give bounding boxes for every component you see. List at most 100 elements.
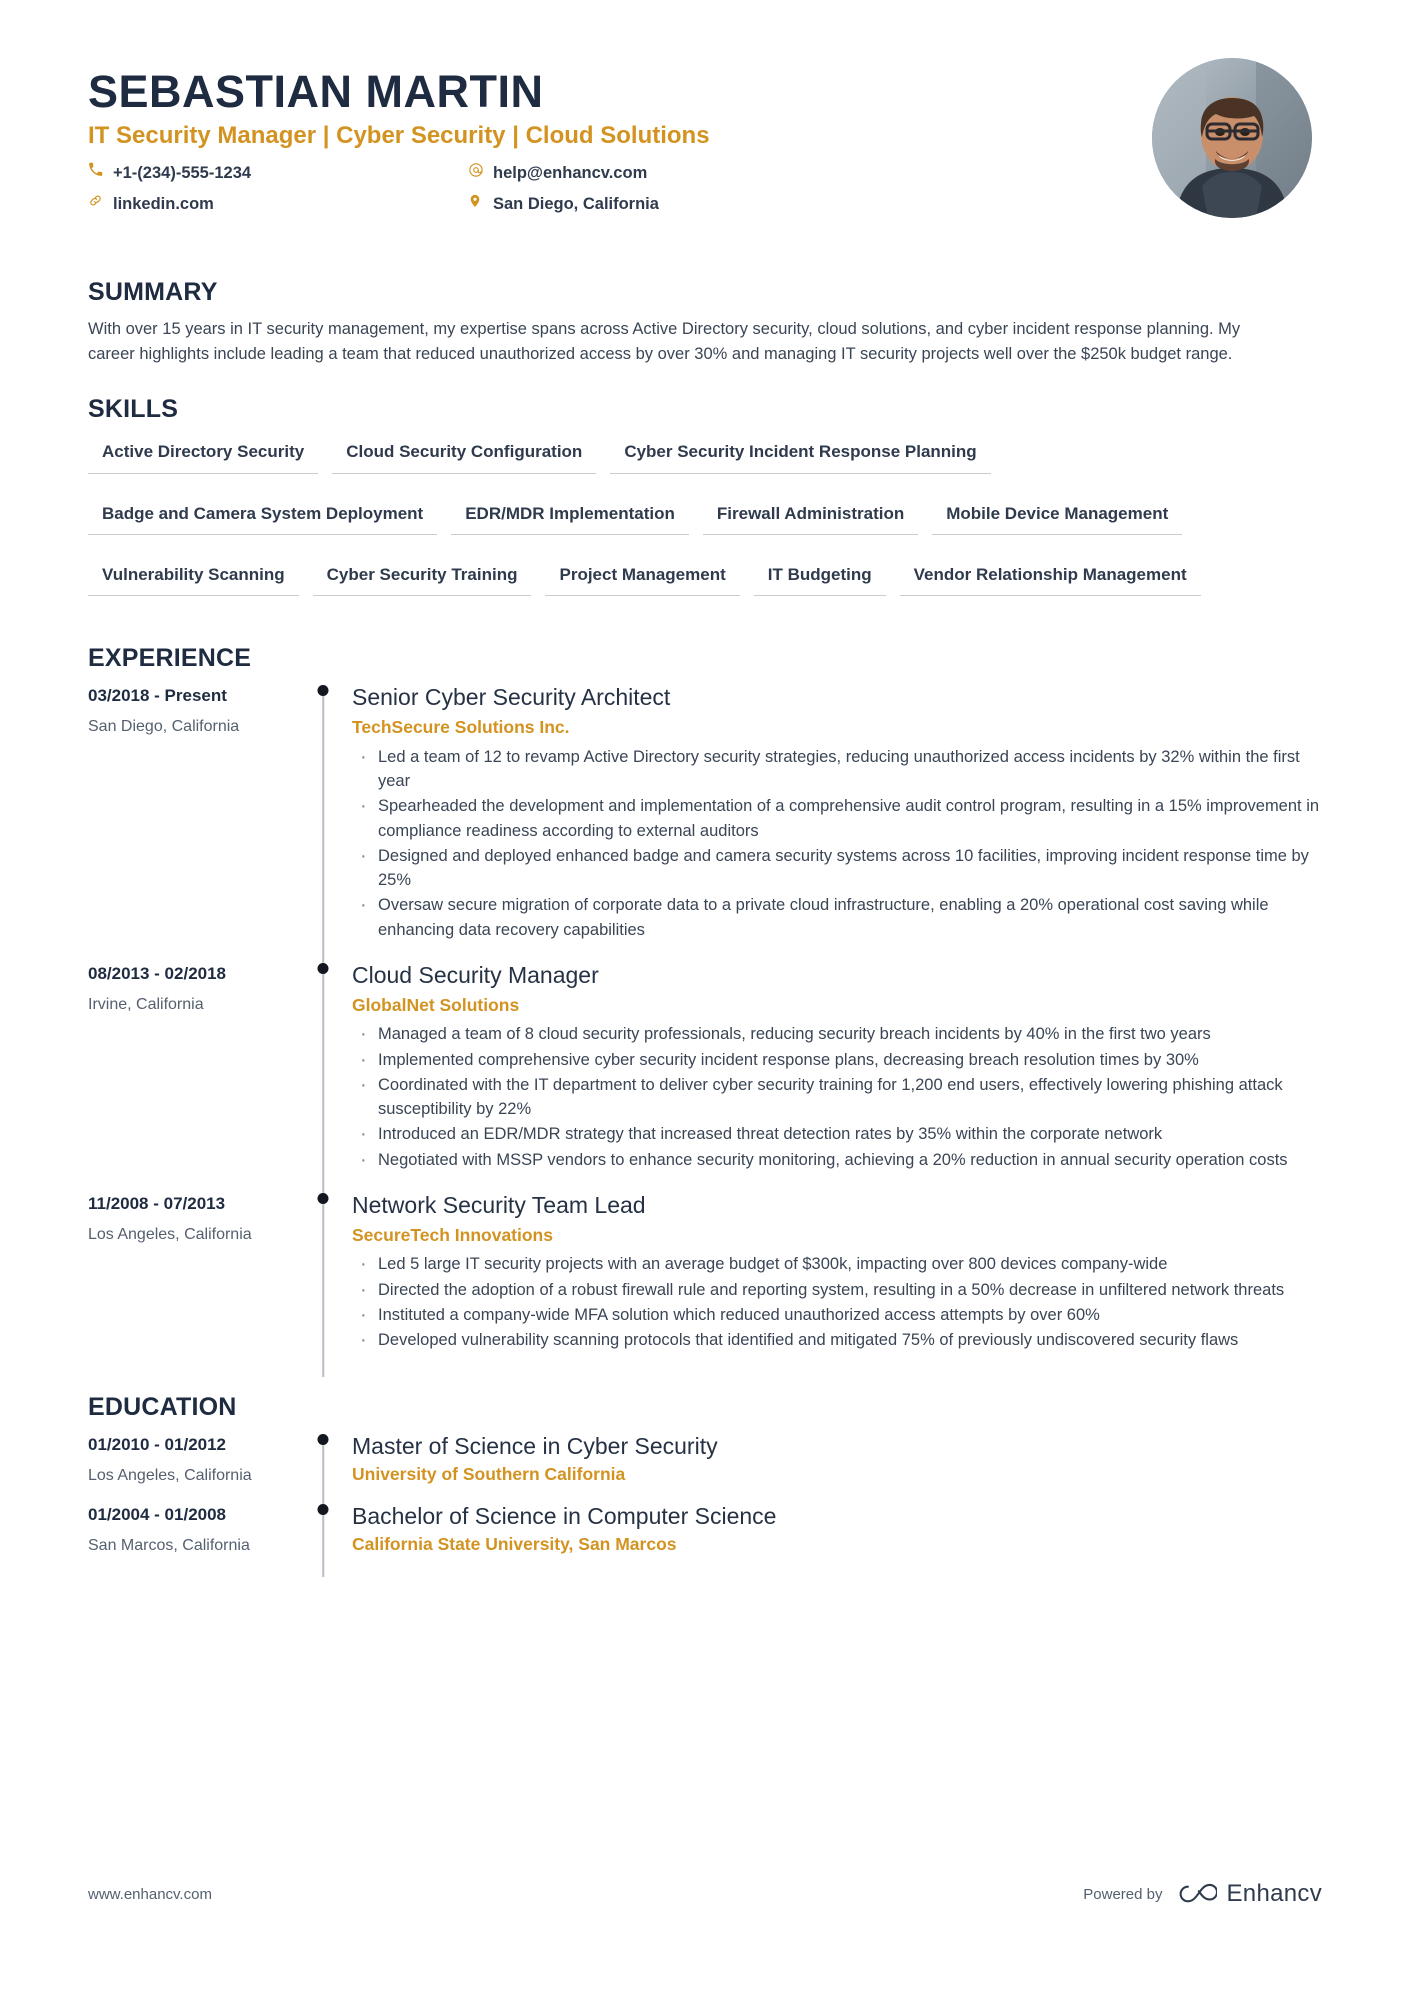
skills-section-title: SKILLS xyxy=(88,395,179,424)
bullet-item: Negotiated with MSSP vendors to enhance … xyxy=(352,1146,1322,1174)
timeline-rail xyxy=(300,1191,346,1378)
page-title: SEBASTIAN MARTIN xyxy=(88,66,544,117)
contact-email[interactable]: help@enhancv.com xyxy=(468,161,848,186)
entry-body: Network Security Team Lead SecureTech In… xyxy=(346,1191,1322,1372)
enhancv-brand-name: Enhancv xyxy=(1226,1880,1322,1907)
entry-date: 01/2004 - 01/2008 xyxy=(88,1504,227,1524)
timeline-line xyxy=(322,970,324,1197)
entry-date: 01/2010 - 01/2012 xyxy=(88,1435,227,1455)
entry-body: Cloud Security Manager GlobalNet Solutio… xyxy=(346,961,1322,1191)
timeline-rail xyxy=(300,1432,346,1508)
education-list: 01/2010 - 01/2012 Los Angeles, Californi… xyxy=(88,1432,1322,1578)
skill-chip: Vulnerability Scanning xyxy=(88,557,299,597)
enhancv-logo: Enhancv xyxy=(1177,1880,1323,1908)
bullet-item: Instituted a company-wide MFA solution w… xyxy=(352,1301,1322,1329)
skill-chip: IT Budgeting xyxy=(753,557,886,597)
summary-section: SUMMARY With over 15 years in IT securit… xyxy=(88,278,1322,367)
summary-section-title: SUMMARY xyxy=(88,278,218,306)
timeline-dot-icon xyxy=(317,685,329,697)
entry-date: 11/2008 - 07/2013 xyxy=(88,1193,226,1213)
summary-text: With over 15 years in IT security manage… xyxy=(88,320,1241,364)
contact-linkedin[interactable]: linkedin.com xyxy=(88,192,468,217)
entry-body: Bachelor of Science in Computer Science … xyxy=(346,1502,1322,1572)
timeline-dot-icon xyxy=(317,1192,329,1204)
resume-header: SEBASTIAN MARTIN IT Security Manager | C… xyxy=(88,0,1322,238)
location-pin-icon xyxy=(468,193,490,209)
page-left-edge xyxy=(0,0,10,1995)
entry-location: San Diego, California xyxy=(88,718,240,736)
skill-chip: Project Management xyxy=(545,557,740,597)
footer-website-url[interactable]: www.enhancv.com xyxy=(88,1886,212,1903)
timeline-line xyxy=(322,693,324,967)
entry-title: Senior Cyber Security Architect xyxy=(352,684,671,711)
contact-location-value: San Diego, California xyxy=(493,195,659,213)
email-icon xyxy=(468,162,490,178)
entry-bullets: Managed a team of 8 cloud security profe… xyxy=(352,1020,1322,1174)
contact-location[interactable]: San Diego, California xyxy=(468,192,848,217)
experience-list: 03/2018 - Present San Diego, California … xyxy=(88,683,1322,1378)
education-section: EDUCATION 01/2010 - 01/2012 Los Angeles,… xyxy=(88,1393,1322,1578)
entry-meta: 08/2013 - 02/2018 Irvine, California xyxy=(88,961,300,1191)
bullet-item: Directed the adoption of a robust firewa… xyxy=(352,1276,1322,1304)
skill-chip: Cyber Security Incident Response Plannin… xyxy=(610,434,991,474)
avatar xyxy=(1152,58,1312,218)
bullet-item: Coordinated with the IT department to de… xyxy=(352,1071,1322,1122)
entry-title: Bachelor of Science in Computer Science xyxy=(352,1502,777,1529)
contact-linkedin-value: linkedin.com xyxy=(113,195,214,213)
contact-list: +1-(234)-555-1234 help@enhancv.com linke… xyxy=(88,161,848,217)
skill-chip: Active Directory Security xyxy=(88,434,319,474)
education-entry: 01/2010 - 01/2012 Los Angeles, Californi… xyxy=(88,1432,1322,1508)
experience-entry: 11/2008 - 07/2013 Los Angeles, Californi… xyxy=(88,1191,1322,1378)
entry-meta: 03/2018 - Present San Diego, California xyxy=(88,683,300,961)
skill-chip: Badge and Camera System Deployment xyxy=(88,496,438,535)
timeline-dot-icon xyxy=(317,1503,329,1515)
bullet-item: Implemented comprehensive cyber security… xyxy=(352,1046,1322,1074)
timeline-rail xyxy=(300,1502,346,1578)
skill-chip: Vendor Relationship Management xyxy=(899,557,1201,597)
bullet-item: Oversaw secure migration of corporate da… xyxy=(352,891,1322,942)
skill-chip: Cloud Security Configuration xyxy=(332,434,597,474)
entry-location: San Marcos, California xyxy=(88,1536,250,1554)
timeline-line xyxy=(322,1442,324,1508)
bullet-item: Designed and deployed enhanced badge and… xyxy=(352,842,1322,893)
education-entry: 01/2004 - 01/2008 San Marcos, California… xyxy=(88,1502,1322,1578)
entry-meta: 01/2010 - 01/2012 Los Angeles, Californi… xyxy=(88,1432,300,1502)
entry-title: Cloud Security Manager xyxy=(352,961,599,988)
contact-phone[interactable]: +1-(234)-555-1234 xyxy=(88,161,468,186)
entry-date: 03/2018 - Present xyxy=(88,686,227,706)
bullet-item: Introduced an EDR/MDR strategy that incr… xyxy=(352,1120,1322,1148)
entry-date: 08/2013 - 02/2018 xyxy=(88,963,227,983)
timeline-dot-icon xyxy=(317,962,329,974)
education-section-title: EDUCATION xyxy=(88,1393,237,1422)
entry-title: Master of Science in Cyber Security xyxy=(352,1433,718,1460)
entry-body: Senior Cyber Security Architect TechSecu… xyxy=(346,683,1322,961)
professional-headline: IT Security Manager | Cyber Security | C… xyxy=(88,122,710,150)
enhancv-mark-icon xyxy=(1179,1883,1217,1903)
entry-title: Network Security Team Lead xyxy=(352,1191,646,1218)
experience-entry: 08/2013 - 02/2018 Irvine, California Clo… xyxy=(88,961,1322,1197)
entry-bullets: Led a team of 12 to revamp Active Direct… xyxy=(352,743,1322,942)
skill-chip: Cyber Security Training xyxy=(312,557,532,597)
link-icon xyxy=(88,193,110,208)
entry-meta: 01/2004 - 01/2008 San Marcos, California xyxy=(88,1502,300,1572)
powered-by-label: Powered by xyxy=(1083,1885,1163,1903)
entry-meta: 11/2008 - 07/2013 Los Angeles, Californi… xyxy=(88,1191,300,1372)
entry-organization: University of Southern California xyxy=(352,1464,626,1485)
skill-chip: EDR/MDR Implementation xyxy=(451,496,689,535)
entry-location: Los Angeles, California xyxy=(88,1467,252,1485)
entry-body: Master of Science in Cyber Security Univ… xyxy=(346,1432,1322,1502)
phone-icon xyxy=(88,162,110,177)
page-footer: www.enhancv.com Powered by Enhancv xyxy=(88,1880,1322,1908)
entry-organization: GlobalNet Solutions xyxy=(352,994,520,1015)
skills-list: Active Directory Security Cloud Security … xyxy=(88,434,1328,618)
resume-page: SEBASTIAN MARTIN IT Security Manager | C… xyxy=(0,0,1410,1995)
bullet-item: Developed vulnerability scanning protoco… xyxy=(352,1326,1322,1354)
entry-location: Los Angeles, California xyxy=(88,1225,252,1243)
skill-chip: Mobile Device Management xyxy=(932,496,1183,535)
contact-email-value: help@enhancv.com xyxy=(493,164,648,183)
timeline-rail xyxy=(300,961,346,1197)
contact-phone-value: +1-(234)-555-1234 xyxy=(113,164,252,183)
experience-entry: 03/2018 - Present San Diego, California … xyxy=(88,683,1322,967)
experience-section: EXPERIENCE 03/2018 - Present San Diego, … xyxy=(88,644,1322,1378)
bullet-item: Managed a team of 8 cloud security profe… xyxy=(352,1020,1322,1048)
